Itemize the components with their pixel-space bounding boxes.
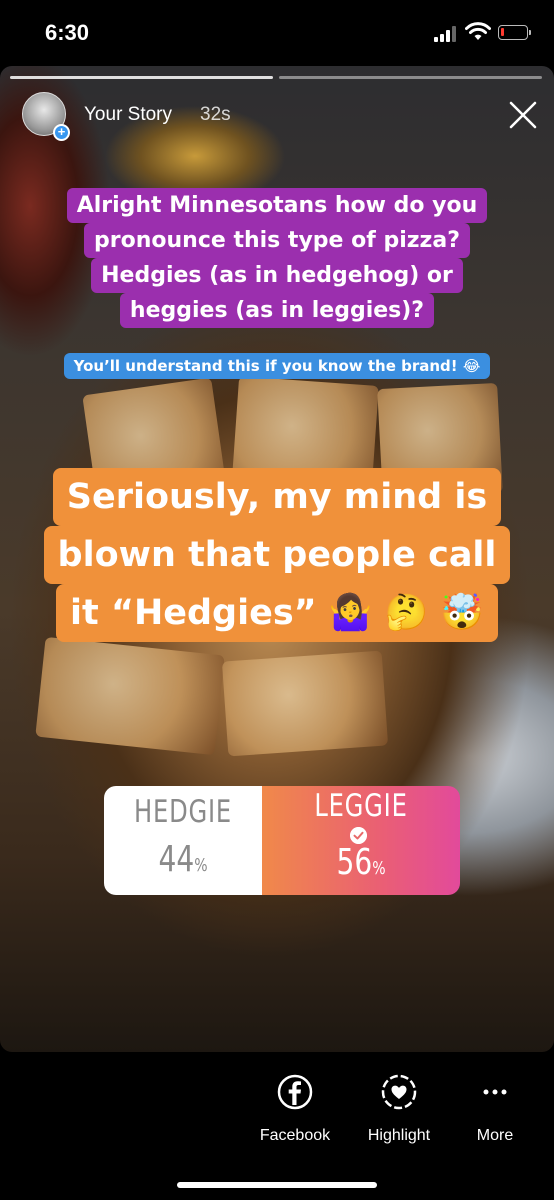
highlight-heart-icon xyxy=(381,1074,417,1110)
wifi-icon xyxy=(465,22,491,40)
story-progress-segment xyxy=(10,76,273,79)
add-story-icon[interactable]: + xyxy=(53,124,70,141)
poll-option-percent: 44% xyxy=(158,839,208,880)
pizza-slice-image xyxy=(35,636,225,756)
status-time: 6:30 xyxy=(45,20,90,45)
hint-caption: You’ll understand this if you know the b… xyxy=(0,353,554,379)
pizza-slice-image xyxy=(221,650,389,757)
poll-option-percent: 56% xyxy=(336,842,386,883)
action-label: Facebook xyxy=(259,1127,331,1144)
story-progress-segment xyxy=(279,76,542,79)
home-indicator[interactable] xyxy=(177,1182,377,1188)
caption-line: Alright Minnesotans how do you xyxy=(66,188,488,223)
caption-line: pronounce this type of pizza? xyxy=(84,223,470,258)
battery-level xyxy=(501,28,504,36)
facebook-button[interactable]: Facebook xyxy=(257,1074,333,1145)
caption-line: heggies (as in leggies)? xyxy=(119,293,435,328)
story-viewer[interactable]: + Your Story 32s Alright Minnesotans how… xyxy=(0,66,554,1052)
action-label: Highlight xyxy=(367,1127,431,1144)
caption-line: blown that people call xyxy=(43,526,511,584)
hint-text: You’ll understand this if you know the b… xyxy=(63,353,491,379)
poll-option-label: HEDGIE xyxy=(134,794,232,830)
more-button[interactable]: More xyxy=(466,1074,524,1145)
comment-caption: Seriously, my mind is blown that people … xyxy=(0,468,554,642)
poll-option-label: LEGGIE xyxy=(314,788,408,824)
more-dots-icon xyxy=(483,1089,507,1095)
story-timestamp: 32s xyxy=(200,104,231,125)
caption-line: Seriously, my mind is xyxy=(52,468,502,526)
poll-sticker[interactable]: HEDGIE 44% LEGGIE 56% xyxy=(104,786,460,895)
highlight-button[interactable]: Highlight xyxy=(361,1074,437,1145)
cellular-signal-icon xyxy=(434,26,460,42)
poll-option-leggie[interactable]: LEGGIE 56% xyxy=(262,786,460,895)
facebook-icon xyxy=(277,1074,313,1110)
status-bar: 6:30 xyxy=(0,0,554,66)
close-icon[interactable] xyxy=(508,100,538,130)
poll-option-hedgie[interactable]: HEDGIE 44% xyxy=(104,786,262,895)
action-label: More xyxy=(476,1127,514,1144)
battery-icon xyxy=(498,25,531,40)
story-username[interactable]: Your Story xyxy=(84,104,172,126)
question-caption: Alright Minnesotans how do you pronounce… xyxy=(0,188,554,328)
caption-line: it “Hedgies” 🤷‍♀️ 🤔 🤯 xyxy=(56,584,498,642)
story-actions-bar: Facebook Highlight More xyxy=(0,1052,554,1200)
caption-line: Hedgies (as in hedgehog) or xyxy=(91,258,463,293)
